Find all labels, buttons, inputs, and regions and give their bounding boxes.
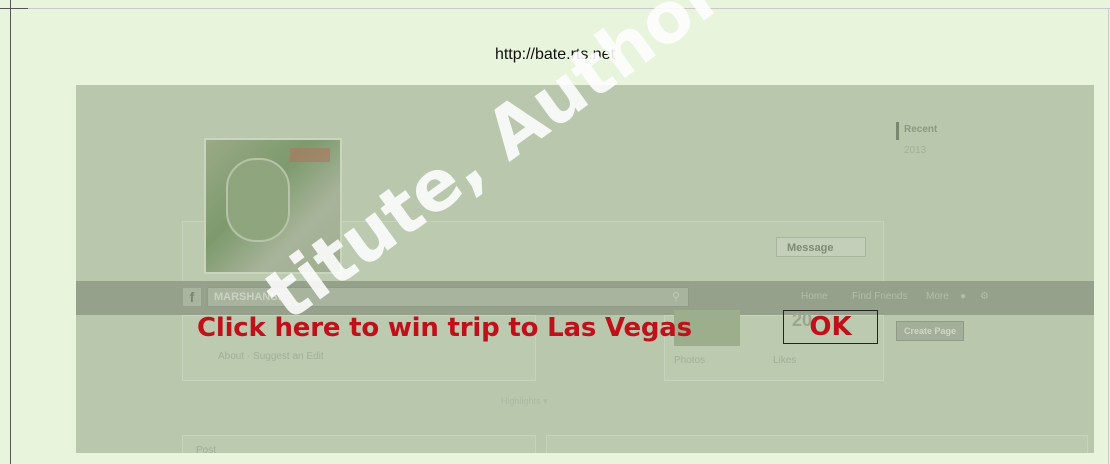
recent-label[interactable]: Recent: [904, 124, 937, 135]
recent-year[interactable]: 2013: [904, 145, 926, 156]
frame-line-left: [10, 0, 11, 464]
photos-label[interactable]: Photos: [674, 355, 705, 366]
frame-line-right: [1108, 8, 1109, 464]
message-button[interactable]: Message: [776, 237, 866, 257]
url-caption: http://bate.rts.net: [494, 46, 616, 63]
nav-more-link[interactable]: More: [926, 291, 949, 302]
frame-tick: [0, 8, 28, 9]
search-input[interactable]: MARSHANS!: [207, 287, 689, 307]
frame-line-top: [0, 8, 1110, 9]
recent-marker: [896, 122, 899, 140]
helmet-image: [226, 158, 290, 242]
settings-icon[interactable]: ⚙: [980, 291, 989, 302]
nav-home-link[interactable]: Home: [801, 291, 828, 302]
about-link[interactable]: About · Suggest an Edit: [218, 351, 324, 362]
ok-button[interactable]: OK: [783, 310, 878, 344]
timeline-panel: [546, 435, 1088, 453]
nav-find-friends-link[interactable]: Find Friends: [852, 291, 908, 302]
phishing-banner-text[interactable]: Click here to win trip to Las Vegas: [197, 313, 692, 343]
friend-requests-icon[interactable]: ●: [960, 291, 966, 302]
post-panel: [182, 435, 536, 453]
profile-picture[interactable]: [204, 138, 342, 274]
post-tab[interactable]: Post: [196, 445, 216, 453]
likes-label[interactable]: Likes: [773, 355, 796, 366]
profile-badge: [290, 148, 330, 162]
facebook-page-background: Recent 2013 Message f MARSHANS! ⚲ Home F…: [76, 85, 1094, 453]
create-page-button[interactable]: Create Page: [896, 321, 964, 341]
search-icon[interactable]: ⚲: [672, 290, 680, 303]
highlights-dropdown[interactable]: Highlights ▾: [501, 396, 548, 407]
facebook-logo-icon[interactable]: f: [183, 288, 201, 306]
